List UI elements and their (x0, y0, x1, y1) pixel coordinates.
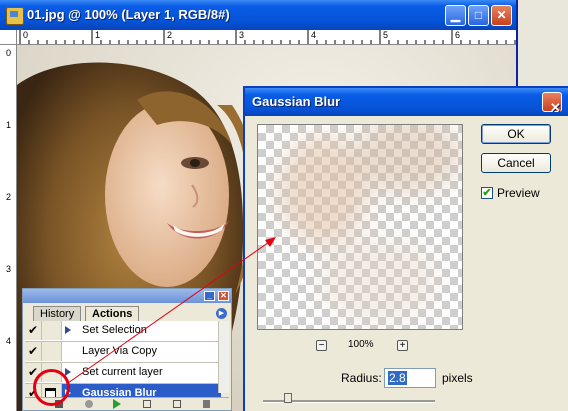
panel-titlebar[interactable]: _ ✕ (23, 289, 231, 303)
new-action-icon[interactable] (173, 400, 181, 408)
preview-blur-shape (353, 125, 462, 195)
plus-icon: + (399, 340, 406, 351)
preview-label: Preview (497, 186, 540, 200)
preview-blur-shape (318, 235, 438, 325)
ruler-label: 0 (6, 48, 12, 58)
ruler-label: 6 (455, 30, 461, 40)
record-icon[interactable] (85, 400, 93, 408)
document-title: 01.jpg @ 100% (Layer 1, RGB/8#) (27, 7, 230, 22)
zoom-in-button[interactable]: + (397, 340, 408, 351)
panel-close-button[interactable]: ✕ (218, 291, 229, 301)
tab-history[interactable]: History (33, 306, 82, 322)
ruler-label: 4 (6, 336, 12, 346)
expand-triangle-icon[interactable] (65, 368, 71, 376)
ruler-label: 1 (95, 30, 101, 40)
panel-menu-icon[interactable]: ▶ (216, 308, 227, 319)
ruler-origin[interactable] (0, 30, 17, 45)
panel-scrollbar[interactable] (218, 321, 229, 393)
ruler-label: 2 (167, 30, 173, 40)
dialog-titlebar[interactable]: Gaussian Blur ✕ (245, 88, 568, 116)
toggle-item-checkmark-icon[interactable]: ✔ (25, 342, 42, 361)
toggle-item-checkmark-icon[interactable]: ✔ (25, 321, 42, 340)
ruler-label: 3 (6, 264, 12, 274)
minimize-button[interactable]: ▁ (445, 5, 466, 26)
toggle-dialog-slot[interactable] (42, 321, 62, 340)
close-button[interactable]: ✕ (491, 5, 512, 26)
minus-icon: − (318, 340, 325, 351)
zoom-level: 100% (348, 339, 374, 350)
radius-value: 2.8 (388, 371, 407, 385)
ok-button[interactable]: OK (481, 124, 551, 144)
action-row-set-selection[interactable]: ✔ Set Selection (25, 321, 221, 342)
dialog-close-button[interactable]: ✕ (542, 92, 562, 115)
preview-checkbox[interactable]: ✔ (481, 187, 493, 199)
close-icon: ✕ (550, 100, 561, 115)
radius-slider-thumb[interactable] (284, 393, 292, 403)
blur-preview[interactable] (257, 124, 463, 330)
cancel-button[interactable]: Cancel (481, 153, 551, 173)
panel-tabs: History Actions ▶ (25, 306, 229, 323)
ruler-horizontal[interactable]: 0 1 2 3 4 5 6 (16, 30, 516, 45)
ruler-label: 5 (383, 30, 389, 40)
ruler-label: 3 (239, 30, 245, 40)
action-label: Layer Via Copy (82, 345, 158, 357)
ruler-horizontal-ticks (19, 30, 516, 44)
maximize-icon: □ (474, 8, 483, 22)
dialog-title: Gaussian Blur (252, 94, 341, 109)
toggle-dialog-slot[interactable] (42, 342, 62, 361)
new-set-icon[interactable] (143, 400, 151, 408)
ruler-label: 2 (6, 192, 12, 202)
radius-label: Radius: (341, 371, 382, 385)
minimize-icon: ▁ (450, 8, 461, 22)
gaussian-blur-dialog: Gaussian Blur ✕ − 100% + OK Cancel ✔ Pre… (243, 86, 568, 411)
maximize-button[interactable]: □ (468, 5, 489, 26)
checkmark-icon: ✔ (482, 187, 492, 199)
close-icon: ✕ (496, 8, 507, 22)
photoshop-document-icon (6, 7, 24, 25)
zoom-out-button[interactable]: − (316, 340, 327, 351)
ruler-label: 1 (6, 120, 12, 130)
annotation-circle (33, 369, 70, 406)
radius-input[interactable]: 2.8 (384, 368, 436, 388)
panel-minimize-button[interactable]: _ (204, 291, 215, 301)
expand-triangle-icon[interactable] (65, 326, 71, 334)
ruler-label: 0 (23, 30, 29, 40)
play-icon[interactable] (113, 399, 121, 409)
ruler-vertical[interactable]: 0 1 2 3 4 (0, 30, 17, 411)
ruler-label: 4 (311, 30, 317, 40)
trash-icon[interactable] (203, 400, 210, 408)
action-label: Set current layer (82, 366, 163, 378)
action-row-layer-via-copy[interactable]: ✔ Layer Via Copy (25, 342, 221, 363)
document-titlebar[interactable]: 01.jpg @ 100% (Layer 1, RGB/8#) ▁ □ ✕ (0, 0, 516, 30)
action-label: Set Selection (82, 324, 147, 336)
radius-unit: pixels (442, 371, 473, 385)
